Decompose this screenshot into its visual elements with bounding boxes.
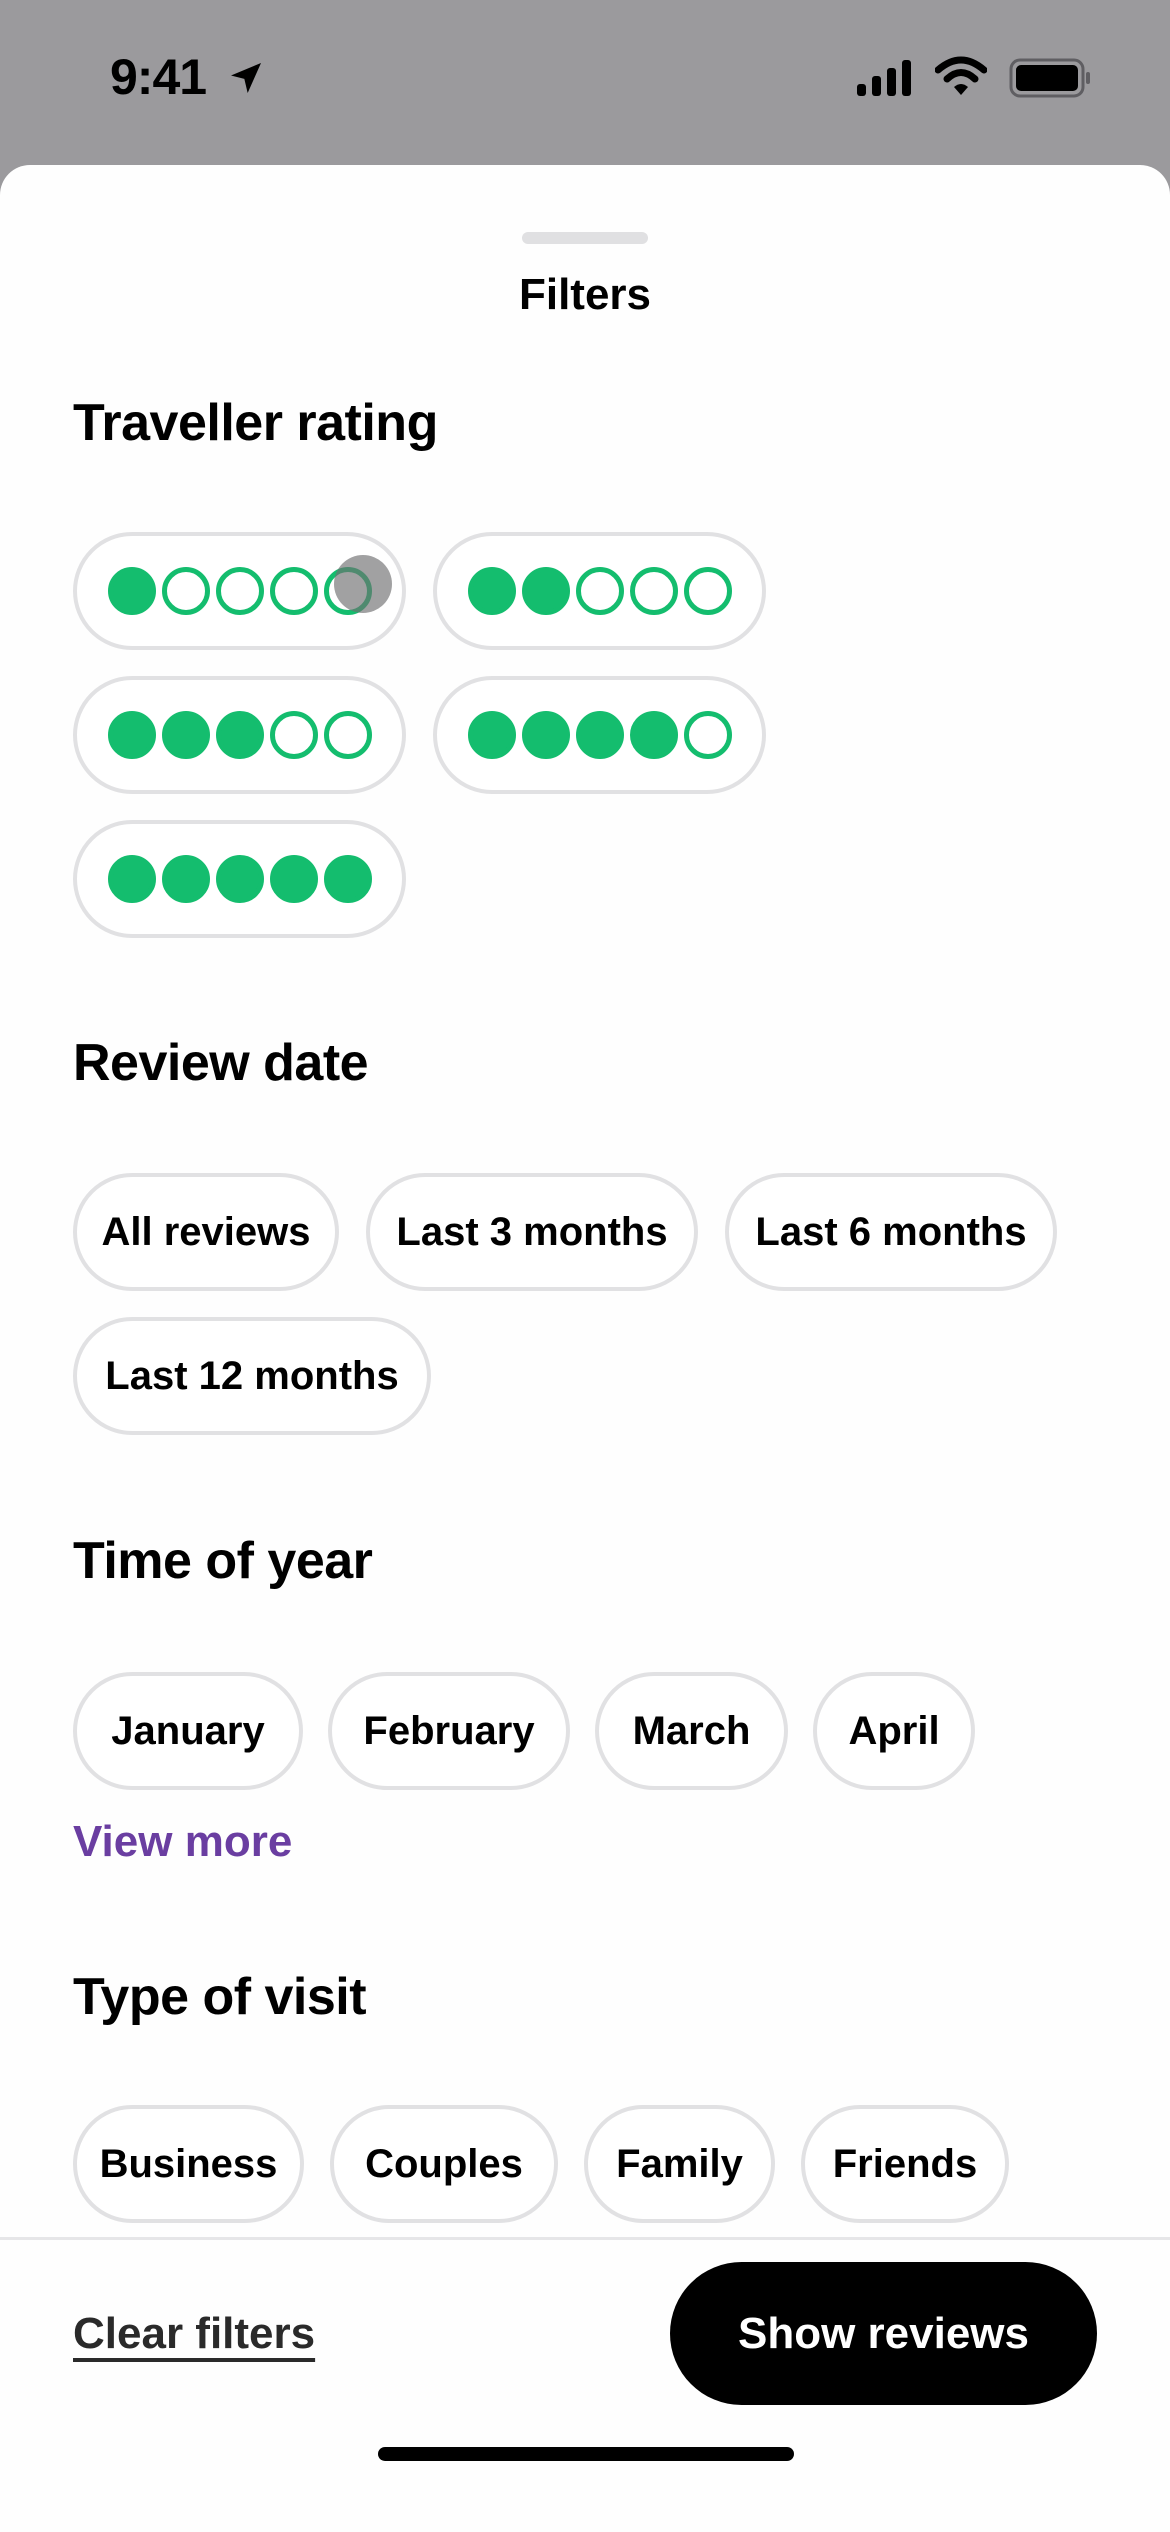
chip-month-april[interactable]: April	[813, 1672, 975, 1790]
chip-rating-5[interactable]	[73, 820, 406, 938]
chip-rating-2[interactable]	[433, 532, 766, 650]
rating-bubbles	[107, 855, 372, 903]
chip-visit-business[interactable]: Business	[73, 2105, 304, 2223]
empty-bubble-icon	[575, 567, 624, 615]
location-arrow-icon	[231, 63, 261, 93]
status-bar: 9:41	[0, 0, 1170, 165]
filled-bubble-icon	[521, 711, 570, 759]
filled-bubble-icon	[323, 855, 372, 903]
empty-bubble-icon	[269, 711, 318, 759]
filled-bubble-icon	[521, 567, 570, 615]
chip-visit-couples[interactable]: Couples	[330, 2105, 558, 2223]
time-of-year-heading: Time of year	[73, 1532, 373, 1590]
chip-visit-friends[interactable]: Friends	[801, 2105, 1009, 2223]
filled-bubble-icon	[467, 567, 516, 615]
filled-bubble-icon	[107, 855, 156, 903]
show-reviews-button[interactable]: Show reviews	[670, 2262, 1097, 2405]
touch-indicator	[334, 555, 392, 613]
chip-review-date-last-12-months[interactable]: Last 12 months	[73, 1317, 431, 1435]
empty-bubble-icon	[269, 567, 318, 615]
filled-bubble-icon	[107, 567, 156, 615]
filled-bubble-icon	[161, 855, 210, 903]
chip-rating-4[interactable]	[433, 676, 766, 794]
filled-bubble-icon	[629, 711, 678, 759]
filled-bubble-icon	[575, 711, 624, 759]
rating-bubbles	[467, 567, 732, 615]
chip-visit-family[interactable]: Family	[584, 2105, 775, 2223]
clear-filters-link[interactable]: Clear filters	[73, 2309, 315, 2359]
cellular-signal-icon	[857, 60, 911, 96]
wifi-icon	[935, 56, 987, 95]
filters-sheet: Filters Traveller rating Review date All…	[0, 165, 1170, 2532]
chip-month-february[interactable]: February	[328, 1672, 570, 1790]
sheet-title: Filters	[518, 270, 652, 319]
view-more-link[interactable]: View more	[73, 1817, 292, 1867]
empty-bubble-icon	[683, 711, 732, 759]
rating-bubbles	[467, 711, 732, 759]
chip-month-march[interactable]: March	[595, 1672, 788, 1790]
filled-bubble-icon	[467, 711, 516, 759]
filled-bubble-icon	[107, 711, 156, 759]
chip-review-date-all[interactable]: All reviews	[73, 1173, 339, 1291]
chip-month-january[interactable]: January	[73, 1672, 303, 1790]
filled-bubble-icon	[161, 711, 210, 759]
chip-review-date-last-6-months[interactable]: Last 6 months	[725, 1173, 1057, 1291]
status-time: 9:41	[110, 49, 207, 105]
home-indicator	[378, 2447, 794, 2461]
traveller-rating-heading: Traveller rating	[73, 394, 438, 452]
empty-bubble-icon	[683, 567, 732, 615]
empty-bubble-icon	[215, 567, 264, 615]
empty-bubble-icon	[629, 567, 678, 615]
rating-bubbles	[107, 711, 372, 759]
battery-icon	[1009, 58, 1090, 98]
chip-rating-3[interactable]	[73, 676, 406, 794]
empty-bubble-icon	[323, 711, 372, 759]
empty-bubble-icon	[161, 567, 210, 615]
sheet-grabber-handle[interactable]	[522, 232, 648, 244]
review-date-heading: Review date	[73, 1034, 369, 1092]
footer-divider	[0, 2237, 1170, 2240]
filled-bubble-icon	[215, 711, 264, 759]
filled-bubble-icon	[269, 855, 318, 903]
chip-review-date-last-3-months[interactable]: Last 3 months	[366, 1173, 698, 1291]
type-of-visit-heading: Type of visit	[73, 1968, 367, 2026]
rating-bubbles	[107, 567, 372, 615]
filled-bubble-icon	[215, 855, 264, 903]
